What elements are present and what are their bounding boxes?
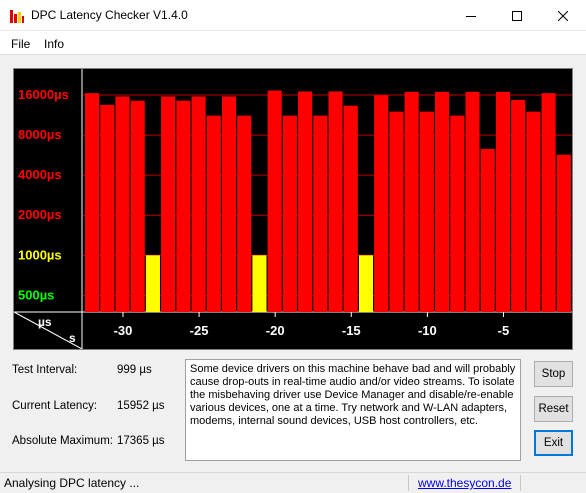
latency-bar bbox=[450, 115, 465, 313]
reset-button[interactable]: Reset bbox=[534, 396, 573, 422]
website-link[interactable]: www.thesycon.de bbox=[418, 476, 511, 490]
latency-bar bbox=[435, 91, 450, 312]
latency-bar bbox=[100, 104, 115, 312]
latency-bar bbox=[541, 93, 556, 312]
x-tick-label: -30 bbox=[114, 323, 133, 338]
latency-bar bbox=[389, 111, 404, 312]
latency-bar bbox=[161, 96, 176, 313]
menu-bar: File Info bbox=[0, 31, 586, 55]
latency-bar bbox=[206, 115, 221, 313]
latency-bar bbox=[495, 91, 511, 312]
latency-chart-svg: 16000µs 8000µs 4000µs 2000µs 1000µs 500µs -30 -… bbox=[14, 69, 572, 349]
latency-bar bbox=[115, 96, 130, 313]
y-tick-label: 500µs bbox=[18, 287, 54, 302]
corner-unit-label: µs bbox=[38, 315, 52, 329]
latency-chart: 16000µs 8000µs 4000µs 2000µs 1000µs 500µs -30 -… bbox=[13, 68, 573, 350]
latency-bar bbox=[404, 91, 419, 312]
y-tick-label: 16000µs bbox=[18, 87, 69, 102]
latency-bar bbox=[176, 100, 191, 312]
latency-bar bbox=[556, 154, 571, 312]
status-text: Analysing DPC latency ... bbox=[4, 476, 140, 490]
close-icon bbox=[558, 10, 568, 21]
latency-bar bbox=[85, 93, 100, 312]
latency-bar bbox=[191, 96, 206, 313]
y-tick-label: 4000µs bbox=[18, 167, 62, 182]
latency-bar bbox=[480, 148, 495, 312]
x-tick-label: -25 bbox=[190, 323, 209, 338]
latency-bar bbox=[313, 115, 328, 313]
maximize-button[interactable] bbox=[494, 0, 540, 31]
close-button[interactable] bbox=[540, 0, 586, 31]
latency-bar bbox=[252, 255, 267, 312]
latency-bar bbox=[237, 115, 252, 313]
current-latency-value: 15952 µs bbox=[117, 400, 165, 412]
x-tick-label: -20 bbox=[266, 323, 285, 338]
exit-button[interactable]: Exit bbox=[534, 430, 573, 456]
latency-bar bbox=[298, 91, 313, 312]
absolute-maximum-value: 17365 µs bbox=[117, 435, 165, 447]
latency-bar bbox=[282, 115, 297, 313]
status-bar: Analysing DPC latency ... www.thesycon.d… bbox=[0, 472, 586, 493]
status-separator bbox=[520, 475, 521, 491]
y-tick-label: 1000µs bbox=[18, 247, 62, 262]
title-bar: DPC Latency Checker V1.4.0 bbox=[0, 0, 586, 31]
latency-bar bbox=[511, 99, 526, 312]
window-title: DPC Latency Checker V1.4.0 bbox=[31, 8, 188, 22]
test-interval-label: Test Interval: bbox=[12, 364, 78, 376]
latency-bar bbox=[526, 111, 541, 312]
y-tick-label: 8000µs bbox=[18, 127, 62, 142]
latency-bar bbox=[419, 111, 434, 312]
x-tick-label: -15 bbox=[342, 323, 361, 338]
latency-bar bbox=[465, 91, 480, 312]
latency-bar bbox=[130, 100, 145, 312]
latency-bar bbox=[267, 90, 282, 312]
warning-message: Some device drivers on this machine beha… bbox=[185, 359, 521, 461]
menu-info[interactable]: Info bbox=[44, 37, 64, 51]
current-latency-label: Current Latency: bbox=[12, 400, 98, 412]
latency-bar bbox=[343, 105, 358, 312]
minimize-icon bbox=[466, 15, 476, 17]
x-tick-label: -10 bbox=[418, 323, 437, 338]
x-tick-label: -5 bbox=[498, 323, 510, 338]
y-tick-label: 2000µs bbox=[18, 207, 62, 222]
maximize-icon bbox=[512, 10, 522, 21]
latency-bar bbox=[221, 96, 237, 313]
corner-seconds-label: s bbox=[69, 331, 76, 345]
stop-button[interactable]: Stop bbox=[534, 361, 573, 387]
latency-bar bbox=[145, 255, 160, 312]
minimize-button[interactable] bbox=[448, 0, 494, 31]
app-icon bbox=[10, 10, 24, 23]
absolute-maximum-label: Absolute Maximum: bbox=[12, 435, 113, 447]
status-separator bbox=[408, 475, 409, 491]
latency-bar bbox=[328, 91, 343, 312]
menu-file[interactable]: File bbox=[11, 37, 30, 51]
latency-bar bbox=[358, 255, 374, 312]
test-interval-value: 999 µs bbox=[117, 364, 152, 376]
latency-bar bbox=[374, 95, 389, 312]
